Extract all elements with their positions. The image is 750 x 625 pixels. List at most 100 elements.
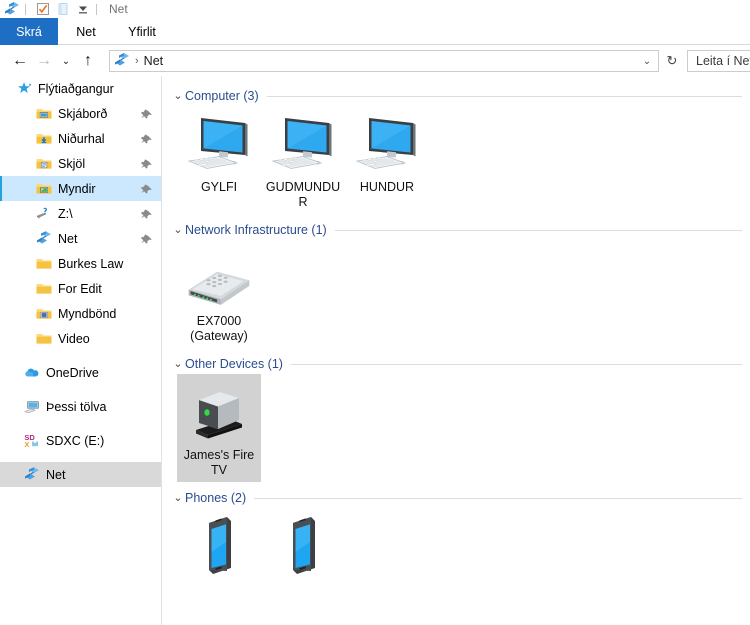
chevron-down-icon[interactable]: ⌄ — [171, 492, 185, 504]
sidebar-item-net[interactable]: Net — [0, 462, 161, 487]
properties-icon[interactable] — [35, 1, 51, 17]
up-button[interactable]: ↑ — [76, 49, 100, 73]
network-globe-icon — [24, 466, 40, 483]
list-item-label: GUDMUNDUR — [265, 180, 341, 209]
folder-pictures-icon — [36, 181, 52, 197]
address-dropdown-icon[interactable]: ⌄ — [638, 51, 656, 71]
list-item[interactable]: HUNDUR — [345, 106, 429, 214]
item-row: GYLFI GUDMUNDUR HUNDUR — [163, 106, 750, 214]
pin-icon[interactable] — [141, 108, 152, 119]
onedrive-cloud-icon — [24, 365, 40, 381]
network-globe-icon — [114, 53, 130, 69]
sidebar-item-label: Net — [46, 467, 66, 482]
search-input[interactable] — [687, 50, 750, 72]
list-item[interactable]: James's Fire TV — [177, 374, 261, 482]
new-folder-icon[interactable] — [55, 1, 71, 17]
group-divider — [334, 229, 742, 231]
sidebar-item-label: Myndir — [58, 181, 96, 196]
sidebar-item-onedrive[interactable]: OneDrive — [0, 360, 161, 385]
search-field[interactable] — [694, 53, 750, 69]
folder-desktop-icon — [36, 106, 52, 122]
folder-videos-icon — [36, 306, 52, 322]
customize-dropdown-icon[interactable] — [75, 1, 91, 17]
this-pc-icon — [24, 399, 40, 415]
pin-icon[interactable] — [141, 133, 152, 144]
sidebar-item-net[interactable]: Net — [0, 226, 161, 251]
folder-downloads-icon — [36, 131, 52, 147]
pin-icon[interactable] — [141, 183, 152, 194]
breadcrumb-separator[interactable]: › — [135, 55, 139, 67]
desktop-computer-icon — [267, 112, 339, 176]
desktop-computer-icon — [183, 112, 255, 176]
list-item-label: EX7000 (Gateway) — [190, 314, 248, 343]
item-row: James's Fire TV — [163, 374, 750, 482]
list-item[interactable]: GUDMUNDUR — [261, 106, 345, 214]
folder-icon — [36, 331, 52, 347]
sidebar-item-label: Net — [58, 231, 78, 246]
chevron-down-icon[interactable]: ⌄ — [171, 358, 185, 370]
pin-icon[interactable] — [141, 233, 152, 244]
pin-icon[interactable] — [141, 158, 152, 169]
pin-icon[interactable] — [141, 208, 152, 219]
group-header[interactable]: ⌄ Phones (2) — [171, 488, 742, 508]
sidebar-item-burkes-law[interactable]: Burkes Law — [0, 251, 161, 276]
sidebar-item-essi-t-lva[interactable]: Þessi tölva — [0, 394, 161, 419]
sidebar-item-sdxc-e[interactable]: SD X SDXC (E:) — [0, 428, 161, 453]
list-item-label: James's Fire TV — [183, 448, 255, 477]
breadcrumb-item-net[interactable]: Net — [144, 54, 163, 68]
qat-divider-2 — [96, 3, 97, 15]
group-title: Phones (2) — [185, 491, 247, 505]
list-item[interactable] — [177, 508, 261, 586]
network-icon[interactable] — [4, 1, 20, 17]
address-bar[interactable]: › Net ⌄ — [109, 50, 659, 72]
ribbon-tab-strip: Skrá Net Yfirlit — [0, 18, 750, 45]
sd-card-icon: SD X — [24, 433, 40, 449]
sidebar-item-label: Z:\ — [58, 206, 73, 221]
breadcrumb[interactable]: › Net — [114, 51, 638, 71]
sidebar-item-myndb-nd[interactable]: Myndbönd — [0, 301, 161, 326]
sidebar-item-label: For Edit — [58, 281, 102, 296]
refresh-icon[interactable]: ↻ — [661, 50, 683, 72]
sidebar-item-skj-bor[interactable]: Skjáborð — [0, 101, 161, 126]
list-item[interactable] — [261, 508, 345, 586]
sidebar-item-fl-tia-gangur[interactable]: Flýtiaðgangur — [0, 76, 161, 101]
sidebar-item-myndir[interactable]: Myndir — [0, 176, 161, 201]
sidebar-item-ni-urhal[interactable]: Niðurhal — [0, 126, 161, 151]
chevron-down-icon[interactable]: ⌄ — [171, 90, 185, 102]
group-header[interactable]: ⌄ Other Devices (1) — [171, 354, 742, 374]
folder-icon — [36, 256, 52, 272]
group-divider — [290, 363, 742, 365]
tab-view[interactable]: Yfirlit — [114, 18, 170, 45]
chevron-down-icon[interactable]: ⌄ — [171, 224, 185, 236]
sidebar-item-skj-l[interactable]: Skjöl — [0, 151, 161, 176]
network-globe-icon — [36, 230, 52, 247]
sidebar-item-z[interactable]: Z:\ — [0, 201, 161, 226]
back-button[interactable]: ← — [8, 49, 32, 73]
window-title: Net — [109, 2, 128, 16]
list-item[interactable]: EX7000 (Gateway) — [177, 240, 261, 348]
sidebar-item-label: Þessi tölva — [46, 399, 107, 414]
group-divider — [254, 497, 742, 499]
group-header[interactable]: ⌄ Network Infrastructure (1) — [171, 220, 742, 240]
group-divider — [266, 95, 742, 97]
folder-icon — [36, 281, 52, 297]
sidebar-item-label: SDXC (E:) — [46, 433, 105, 448]
file-list-pane[interactable]: ⌄ Computer (3) GYLFI GUDMUNDUR HUNDUR ⌄ Networ… — [163, 76, 750, 625]
sidebar-item-label: OneDrive — [46, 365, 99, 380]
router-icon — [183, 246, 255, 310]
tab-net[interactable]: Net — [58, 18, 114, 45]
sidebar-item-label: Skjöl — [58, 156, 86, 171]
list-item[interactable]: GYLFI — [177, 106, 261, 214]
navigation-pane[interactable]: Flýtiaðgangur Skjáborð Niðurhal Skjöl Myndir… — [0, 76, 162, 625]
sidebar-item-label: Niðurhal — [58, 131, 105, 146]
sidebar-item-label: Myndbönd — [58, 306, 117, 321]
phone-icon — [183, 514, 255, 578]
recent-locations-icon[interactable]: ⌄ — [56, 49, 76, 73]
group-header[interactable]: ⌄ Computer (3) — [171, 86, 742, 106]
tab-file[interactable]: Skrá — [0, 18, 58, 45]
sidebar-item-video[interactable]: Video — [0, 326, 161, 351]
sidebar-item-for-edit[interactable]: For Edit — [0, 276, 161, 301]
